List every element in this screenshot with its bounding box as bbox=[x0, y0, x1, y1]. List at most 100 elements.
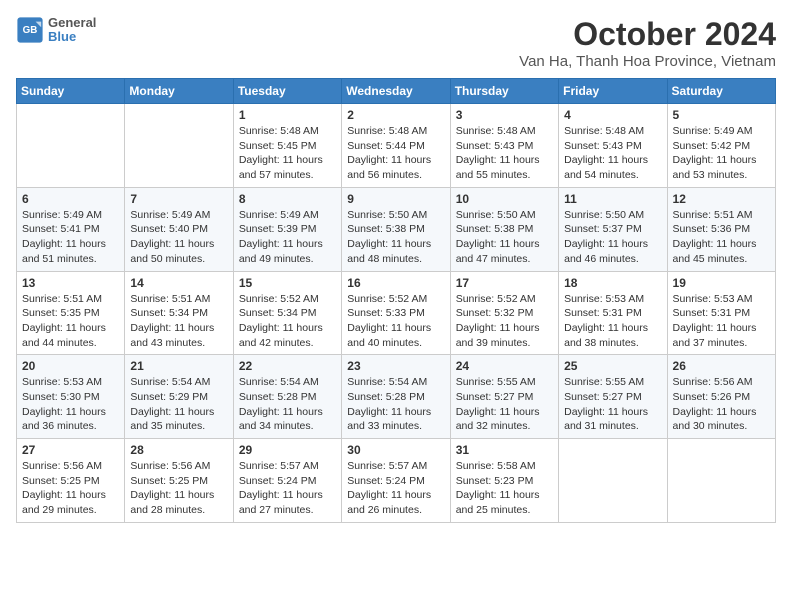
weekday-header: Thursday bbox=[450, 79, 558, 104]
calendar-subtitle: Van Ha, Thanh Hoa Province, Vietnam bbox=[519, 53, 776, 70]
calendar-week-row: 6 Sunrise: 5:49 AMSunset: 5:41 PMDaylight… bbox=[17, 187, 776, 271]
day-number: 11 bbox=[564, 192, 661, 206]
calendar-cell: 2 Sunrise: 5:48 AMSunset: 5:44 PMDaylight… bbox=[342, 104, 450, 188]
calendar-cell: 15 Sunrise: 5:52 AMSunset: 5:34 PMDayligh… bbox=[233, 271, 341, 355]
calendar-cell: 26 Sunrise: 5:56 AMSunset: 5:26 PMDayligh… bbox=[667, 355, 775, 439]
calendar-cell: 10Sunrise: 5:50 AMSunset: 5:38 PMDayligh… bbox=[450, 187, 558, 271]
title-block: October 2024 Van Ha, Thanh Hoa Province,… bbox=[519, 16, 776, 70]
weekday-header: Sunday bbox=[17, 79, 125, 104]
day-number: 28 bbox=[130, 443, 227, 457]
day-number: 3 bbox=[456, 108, 553, 122]
day-detail: Sunrise: 5:55 AMSunset: 5:27 PMDaylight:… bbox=[564, 375, 661, 434]
calendar-cell: 5 Sunrise: 5:49 AMSunset: 5:42 PMDaylight… bbox=[667, 104, 775, 188]
logo: GB General Blue bbox=[16, 16, 96, 45]
calendar-cell: 19Sunrise: 5:53 AMSunset: 5:31 PMDayligh… bbox=[667, 271, 775, 355]
calendar-cell: 30Sunrise: 5:57 AMSunset: 5:24 PMDayligh… bbox=[342, 439, 450, 523]
calendar-cell: 12 Sunrise: 5:51 AMSunset: 5:36 PMDayligh… bbox=[667, 187, 775, 271]
calendar-week-row: 27 Sunrise: 5:56 AMSunset: 5:25 PMDayligh… bbox=[17, 439, 776, 523]
day-number: 25 bbox=[564, 359, 661, 373]
day-number: 9 bbox=[347, 192, 444, 206]
weekday-header: Saturday bbox=[667, 79, 775, 104]
day-number: 4 bbox=[564, 108, 661, 122]
day-detail: Sunrise: 5:54 AMSunset: 5:28 PMDaylight:… bbox=[239, 375, 336, 434]
calendar-cell: 1 Sunrise: 5:48 AMSunset: 5:45 PMDaylight… bbox=[233, 104, 341, 188]
weekday-header: Wednesday bbox=[342, 79, 450, 104]
svg-text:GB: GB bbox=[23, 25, 38, 36]
calendar-table: SundayMondayTuesdayWednesdayThursdayFrid… bbox=[16, 78, 776, 523]
calendar-cell: 28 Sunrise: 5:56 AMSunset: 5:25 PMDayligh… bbox=[125, 439, 233, 523]
day-detail: Sunrise: 5:48 AMSunset: 5:45 PMDaylight:… bbox=[239, 124, 336, 183]
day-number: 22 bbox=[239, 359, 336, 373]
day-detail: Sunrise: 5:56 AMSunset: 5:26 PMDaylight:… bbox=[673, 375, 770, 434]
day-number: 14 bbox=[130, 276, 227, 290]
day-number: 27 bbox=[22, 443, 119, 457]
day-detail: Sunrise: 5:53 AMSunset: 5:31 PMDaylight:… bbox=[564, 292, 661, 351]
day-number: 1 bbox=[239, 108, 336, 122]
day-detail: Sunrise: 5:58 AMSunset: 5:23 PMDaylight:… bbox=[456, 459, 553, 518]
day-number: 2 bbox=[347, 108, 444, 122]
calendar-cell: 3 Sunrise: 5:48 AMSunset: 5:43 PMDaylight… bbox=[450, 104, 558, 188]
day-detail: Sunrise: 5:48 AMSunset: 5:43 PMDaylight:… bbox=[456, 124, 553, 183]
day-detail: Sunrise: 5:49 AMSunset: 5:41 PMDaylight:… bbox=[22, 208, 119, 267]
calendar-cell: 21Sunrise: 5:54 AMSunset: 5:29 PMDayligh… bbox=[125, 355, 233, 439]
day-number: 6 bbox=[22, 192, 119, 206]
calendar-cell: 17 Sunrise: 5:52 AMSunset: 5:32 PMDayligh… bbox=[450, 271, 558, 355]
calendar-cell: 7 Sunrise: 5:49 AMSunset: 5:40 PMDaylight… bbox=[125, 187, 233, 271]
calendar-cell: 16 Sunrise: 5:52 AMSunset: 5:33 PMDayligh… bbox=[342, 271, 450, 355]
logo-text: General Blue bbox=[48, 16, 96, 45]
day-detail: Sunrise: 5:48 AMSunset: 5:43 PMDaylight:… bbox=[564, 124, 661, 183]
day-detail: Sunrise: 5:52 AMSunset: 5:34 PMDaylight:… bbox=[239, 292, 336, 351]
calendar-cell: 24Sunrise: 5:55 AMSunset: 5:27 PMDayligh… bbox=[450, 355, 558, 439]
logo-line2: Blue bbox=[48, 30, 96, 44]
calendar-header-row: SundayMondayTuesdayWednesdayThursdayFrid… bbox=[17, 79, 776, 104]
day-number: 20 bbox=[22, 359, 119, 373]
day-number: 23 bbox=[347, 359, 444, 373]
calendar-cell: 9Sunrise: 5:50 AMSunset: 5:38 PMDaylight… bbox=[342, 187, 450, 271]
calendar-cell: 25 Sunrise: 5:55 AMSunset: 5:27 PMDayligh… bbox=[559, 355, 667, 439]
day-number: 8 bbox=[239, 192, 336, 206]
logo-icon: GB bbox=[16, 16, 44, 44]
day-detail: Sunrise: 5:49 AMSunset: 5:42 PMDaylight:… bbox=[673, 124, 770, 183]
calendar-cell: 22 Sunrise: 5:54 AMSunset: 5:28 PMDayligh… bbox=[233, 355, 341, 439]
day-number: 7 bbox=[130, 192, 227, 206]
day-number: 12 bbox=[673, 192, 770, 206]
day-number: 15 bbox=[239, 276, 336, 290]
calendar-cell bbox=[17, 104, 125, 188]
day-detail: Sunrise: 5:54 AMSunset: 5:28 PMDaylight:… bbox=[347, 375, 444, 434]
day-detail: Sunrise: 5:52 AMSunset: 5:32 PMDaylight:… bbox=[456, 292, 553, 351]
day-detail: Sunrise: 5:49 AMSunset: 5:39 PMDaylight:… bbox=[239, 208, 336, 267]
day-number: 16 bbox=[347, 276, 444, 290]
day-detail: Sunrise: 5:51 AMSunset: 5:35 PMDaylight:… bbox=[22, 292, 119, 351]
weekday-header: Friday bbox=[559, 79, 667, 104]
calendar-week-row: 13 Sunrise: 5:51 AMSunset: 5:35 PMDayligh… bbox=[17, 271, 776, 355]
day-detail: Sunrise: 5:49 AMSunset: 5:40 PMDaylight:… bbox=[130, 208, 227, 267]
calendar-week-row: 20Sunrise: 5:53 AMSunset: 5:30 PMDayligh… bbox=[17, 355, 776, 439]
calendar-cell: 11Sunrise: 5:50 AMSunset: 5:37 PMDayligh… bbox=[559, 187, 667, 271]
day-detail: Sunrise: 5:56 AMSunset: 5:25 PMDaylight:… bbox=[130, 459, 227, 518]
calendar-title: October 2024 bbox=[519, 16, 776, 53]
calendar-cell: 8 Sunrise: 5:49 AMSunset: 5:39 PMDaylight… bbox=[233, 187, 341, 271]
day-number: 17 bbox=[456, 276, 553, 290]
day-detail: Sunrise: 5:48 AMSunset: 5:44 PMDaylight:… bbox=[347, 124, 444, 183]
day-number: 26 bbox=[673, 359, 770, 373]
calendar-week-row: 1 Sunrise: 5:48 AMSunset: 5:45 PMDaylight… bbox=[17, 104, 776, 188]
calendar-cell bbox=[125, 104, 233, 188]
calendar-cell: 29Sunrise: 5:57 AMSunset: 5:24 PMDayligh… bbox=[233, 439, 341, 523]
day-number: 31 bbox=[456, 443, 553, 457]
day-number: 19 bbox=[673, 276, 770, 290]
day-detail: Sunrise: 5:51 AMSunset: 5:36 PMDaylight:… bbox=[673, 208, 770, 267]
day-number: 18 bbox=[564, 276, 661, 290]
day-detail: Sunrise: 5:57 AMSunset: 5:24 PMDaylight:… bbox=[239, 459, 336, 518]
logo-line1: General bbox=[48, 16, 96, 30]
day-detail: Sunrise: 5:56 AMSunset: 5:25 PMDaylight:… bbox=[22, 459, 119, 518]
day-detail: Sunrise: 5:51 AMSunset: 5:34 PMDaylight:… bbox=[130, 292, 227, 351]
weekday-header: Monday bbox=[125, 79, 233, 104]
calendar-cell bbox=[559, 439, 667, 523]
day-detail: Sunrise: 5:50 AMSunset: 5:38 PMDaylight:… bbox=[456, 208, 553, 267]
day-number: 24 bbox=[456, 359, 553, 373]
day-detail: Sunrise: 5:52 AMSunset: 5:33 PMDaylight:… bbox=[347, 292, 444, 351]
day-detail: Sunrise: 5:57 AMSunset: 5:24 PMDaylight:… bbox=[347, 459, 444, 518]
day-detail: Sunrise: 5:54 AMSunset: 5:29 PMDaylight:… bbox=[130, 375, 227, 434]
day-number: 13 bbox=[22, 276, 119, 290]
day-number: 5 bbox=[673, 108, 770, 122]
